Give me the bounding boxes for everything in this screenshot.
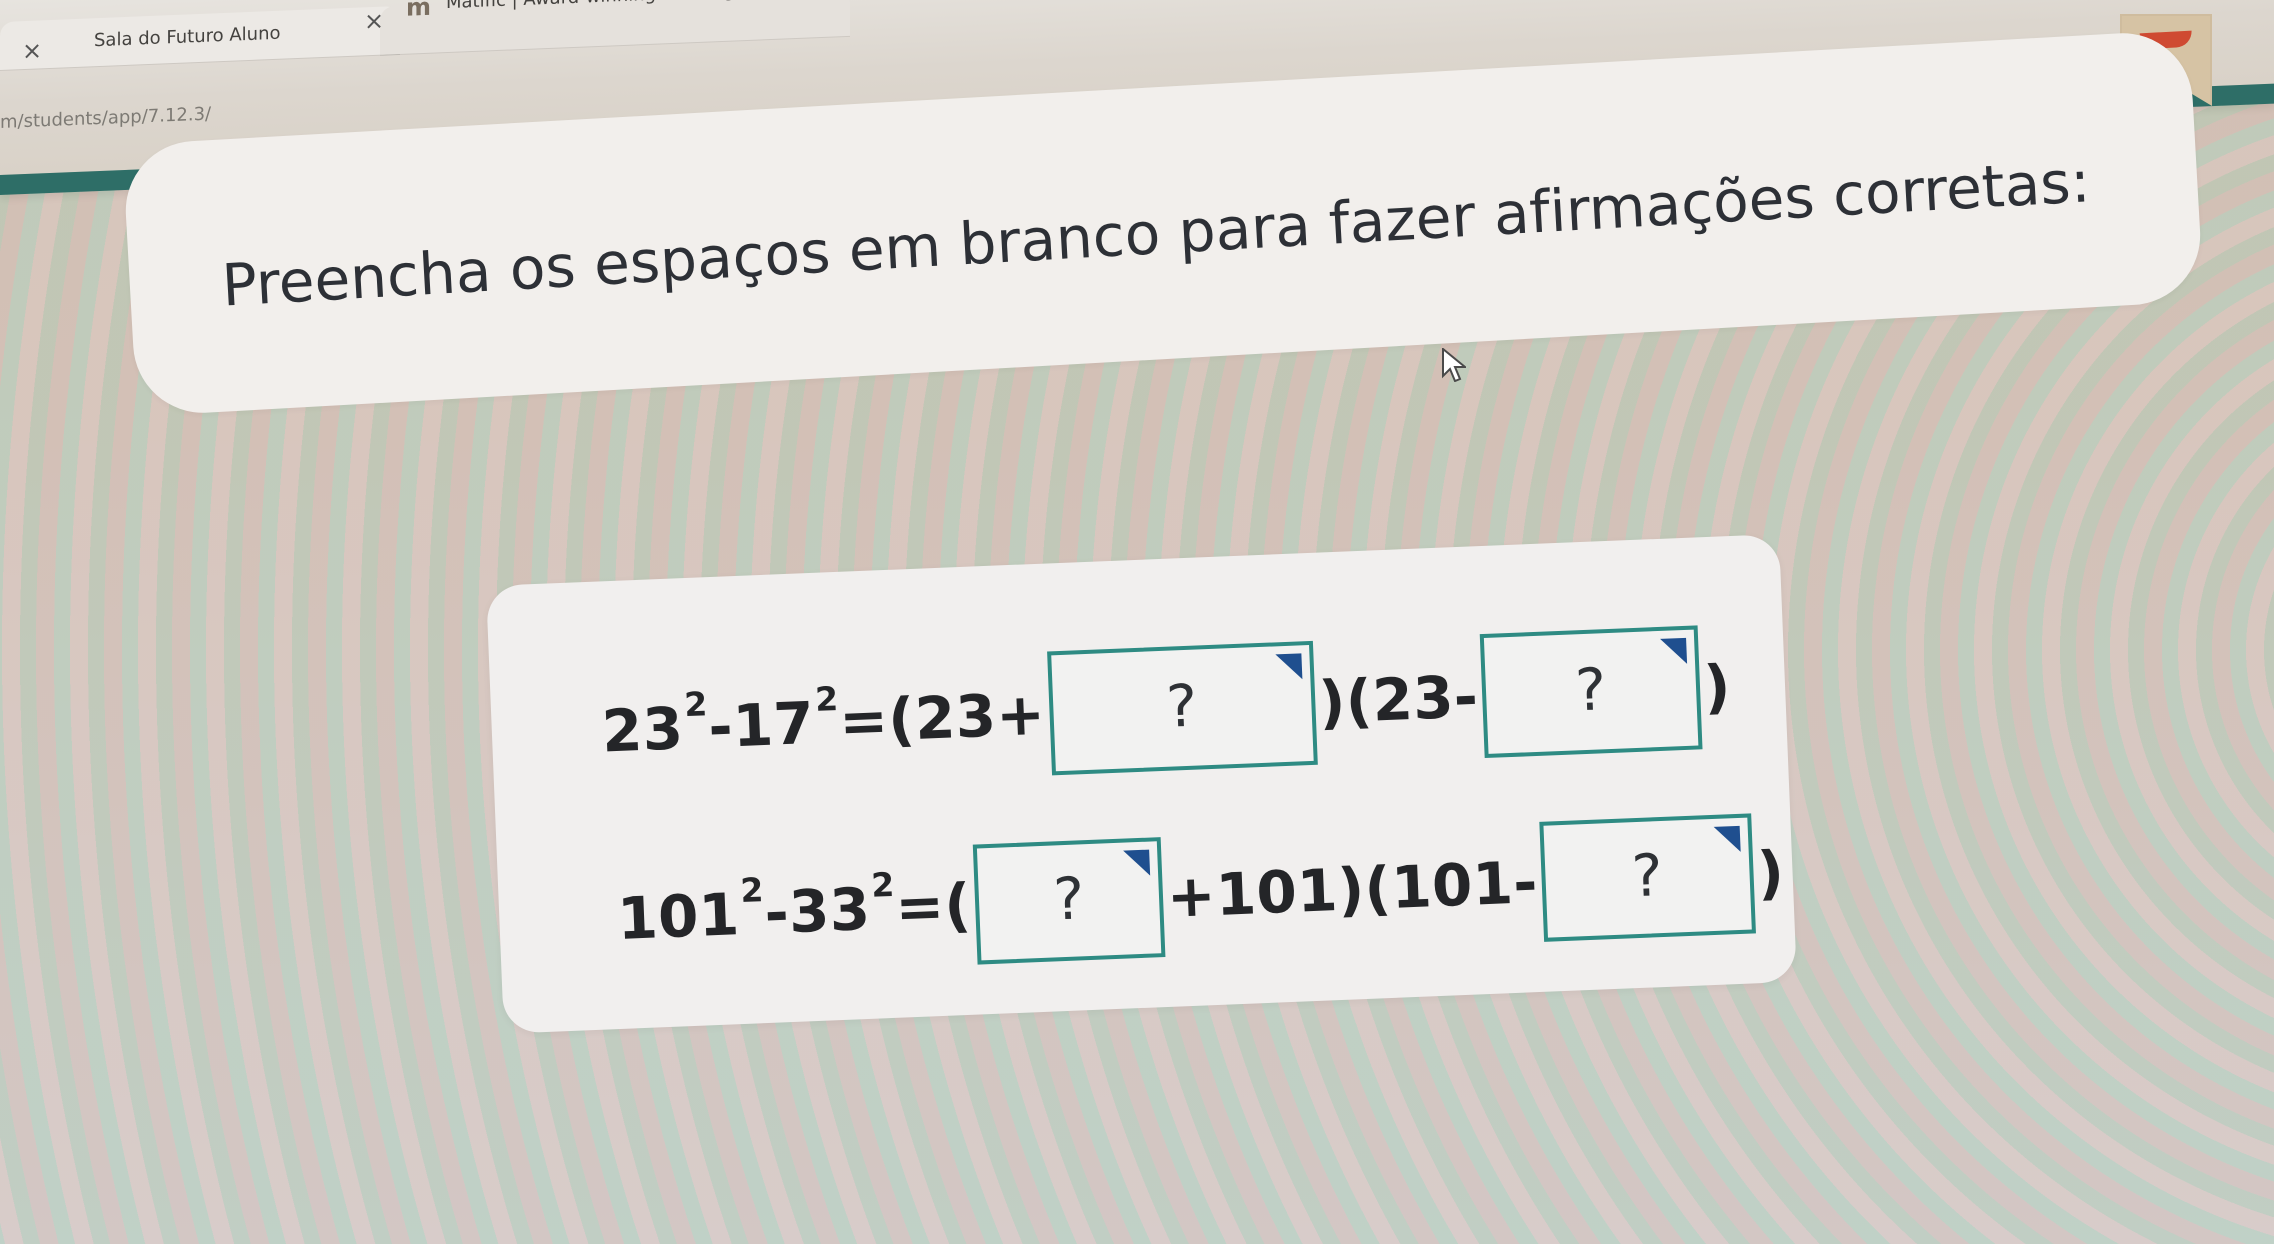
equation-1-left-power: 2 bbox=[683, 683, 709, 724]
mouse-pointer-icon bbox=[1442, 348, 1466, 382]
blank-question-mark: ? bbox=[1573, 655, 1608, 725]
equation-1-factor-value: 23 bbox=[913, 681, 998, 753]
answer-blank-4[interactable]: ? bbox=[1539, 813, 1756, 942]
answer-blank-2[interactable]: ? bbox=[1479, 625, 1703, 759]
dropdown-triangle-icon bbox=[1713, 825, 1741, 853]
equation-2-equals: = bbox=[894, 871, 946, 942]
equation-1-left-base: 23 bbox=[600, 694, 685, 766]
close-icon[interactable]: × bbox=[364, 7, 384, 36]
equation-1-right-power: 2 bbox=[814, 678, 840, 719]
equation-2-left-power: 2 bbox=[739, 869, 765, 910]
matific-logo-icon: m bbox=[406, 0, 432, 22]
answer-blank-3[interactable]: ? bbox=[972, 837, 1166, 965]
equation-1-minus: - bbox=[707, 692, 735, 762]
equation-2-right-power: 2 bbox=[870, 864, 896, 905]
dropdown-triangle-icon bbox=[1659, 637, 1687, 665]
equation-1-factor-operator: + bbox=[994, 679, 1047, 750]
equation-2-minus: - bbox=[763, 878, 791, 948]
blank-question-mark: ? bbox=[1630, 841, 1665, 911]
equation-2-middle-text: +101)(101- bbox=[1165, 848, 1539, 931]
blank-question-mark: ? bbox=[1052, 864, 1086, 934]
equation-1-middle-text: )(23- bbox=[1317, 662, 1480, 737]
address-bar[interactable]: m/students/app/7.12.3/ bbox=[0, 104, 211, 133]
close-icon[interactable]: × bbox=[22, 36, 42, 65]
equation-2-open-paren: ( bbox=[942, 870, 973, 940]
equation-row-2: 101 2 - 33 2 = ( ? +101)(101- ? ) bbox=[615, 812, 1786, 979]
equation-row-1: 23 2 - 17 2 = ( 23 + ? )(23- ? ) bbox=[599, 624, 1733, 793]
blank-question-mark: ? bbox=[1165, 671, 1199, 741]
answer-blank-1[interactable]: ? bbox=[1046, 640, 1318, 776]
instruction-text: Preencha os espaços em branco para fazer… bbox=[220, 147, 2092, 320]
equation-1-equals: = bbox=[837, 685, 890, 756]
equation-2-left-base: 101 bbox=[616, 880, 741, 953]
equation-2-right-base: 33 bbox=[787, 874, 872, 947]
dropdown-triangle-icon bbox=[1123, 849, 1151, 877]
equation-card: 23 2 - 17 2 = ( 23 + ? )(23- ? ) 101 2 -… bbox=[486, 534, 1797, 1034]
equation-2-close-paren: ) bbox=[1755, 838, 1786, 908]
equation-1-open-paren: ( bbox=[886, 684, 917, 754]
equation-1-right-base: 17 bbox=[731, 688, 816, 761]
dropdown-triangle-icon bbox=[1274, 653, 1302, 681]
equation-1-close-paren: ) bbox=[1702, 652, 1733, 722]
